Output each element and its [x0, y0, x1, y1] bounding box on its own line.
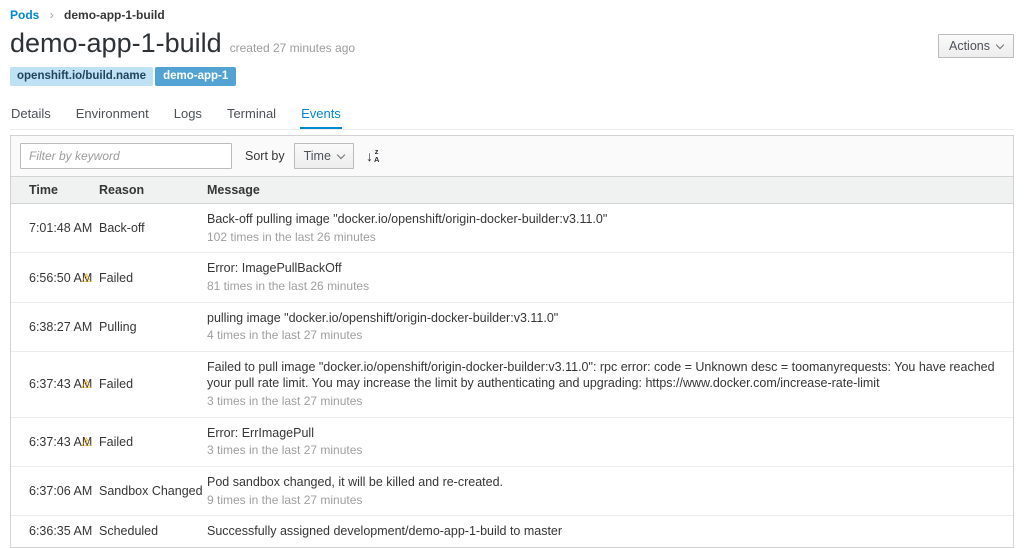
- event-message-count: 81 times in the last 26 minutes: [207, 279, 999, 295]
- actions-button[interactable]: Actions: [938, 34, 1014, 58]
- event-time: 6:36:35 AM: [29, 524, 99, 538]
- event-reason: ⚠ Pulling: [99, 320, 207, 334]
- event-message-count: 3 times in the last 27 minutes: [207, 443, 999, 459]
- chevron-down-icon: [337, 150, 345, 158]
- event-row: 7:01:48 AM ⚠ Back-off Back-off pulling i…: [11, 204, 1013, 253]
- title-row: demo-app-1-build created 27 minutes ago …: [10, 29, 1014, 59]
- tab-bar: Details Environment Logs Terminal Events: [10, 101, 1014, 130]
- actions-button-label: Actions: [949, 39, 990, 53]
- column-header-time: Time: [29, 183, 99, 197]
- event-reason-label: Back-off: [99, 221, 145, 235]
- title-group: demo-app-1-build created 27 minutes ago: [10, 29, 355, 59]
- column-header-reason: Reason: [99, 183, 207, 197]
- event-row: 6:56:50 AM ⚠ Failed Error: ImagePullBack…: [11, 253, 1013, 302]
- tab-environment[interactable]: Environment: [75, 101, 150, 129]
- event-reason-label: Failed: [99, 435, 133, 449]
- event-message-text: pulling image "docker.io/openshift/origi…: [207, 310, 999, 327]
- chevron-down-icon: [996, 40, 1004, 48]
- column-header-message: Message: [207, 183, 1013, 197]
- sort-by-label: Sort by: [245, 149, 285, 163]
- event-reason: ⚠ Sandbox Changed: [99, 484, 207, 498]
- event-reason-label: Sandbox Changed: [99, 484, 203, 498]
- event-row: 6:38:27 AM ⚠ Pulling pulling image "dock…: [11, 303, 1013, 352]
- event-row: 6:37:43 AM ⚠ Failed Error: ErrImagePull …: [11, 418, 1013, 467]
- breadcrumb-link-pods[interactable]: Pods: [10, 8, 39, 22]
- tab-events[interactable]: Events: [300, 101, 342, 129]
- events-table-header: Time Reason Message: [11, 176, 1013, 204]
- sort-field-value: Time: [304, 149, 331, 163]
- warning-icon: ⚠: [81, 272, 92, 284]
- event-message-count: 3 times in the last 27 minutes: [207, 394, 999, 410]
- event-message-text: Successfully assigned development/demo-a…: [207, 523, 999, 540]
- event-reason-label: Failed: [99, 271, 133, 285]
- events-toolbar: Sort by Time ↓ z A: [11, 136, 1013, 176]
- event-reason: ⚠ Scheduled: [99, 524, 207, 538]
- event-row: 6:37:43 AM ⚠ Failed Failed to pull image…: [11, 352, 1013, 418]
- warning-icon: ⚠: [81, 436, 92, 448]
- label-key-badge: openshift.io/build.name: [10, 67, 153, 87]
- event-time: 7:01:48 AM: [29, 221, 99, 235]
- event-message-text: Error: ErrImagePull: [207, 425, 999, 442]
- event-reason: ⚠ Failed: [99, 377, 207, 391]
- event-message: Successfully assigned development/demo-a…: [207, 520, 1013, 543]
- events-panel: Sort by Time ↓ z A Time Reason Message: [10, 135, 1014, 548]
- breadcrumb: Pods › demo-app-1-build: [10, 8, 1014, 23]
- event-message-count: 102 times in the last 26 minutes: [207, 230, 999, 246]
- tab-terminal[interactable]: Terminal: [226, 101, 277, 129]
- labels: openshift.io/build.namedemo-app-1: [10, 67, 1014, 87]
- event-message: Error: ImagePullBackOff 81 times in the …: [207, 257, 1013, 297]
- sort-field-dropdown[interactable]: Time: [294, 143, 354, 169]
- event-message-text: Back-off pulling image "docker.io/opensh…: [207, 211, 999, 228]
- event-message: Error: ErrImagePull 3 times in the last …: [207, 422, 1013, 462]
- created-timestamp: created 27 minutes ago: [230, 41, 355, 55]
- event-reason: ⚠ Failed: [99, 271, 207, 285]
- event-message-text: Error: ImagePullBackOff: [207, 260, 999, 277]
- breadcrumb-separator-icon: ›: [50, 8, 54, 22]
- event-reason-label: Failed: [99, 377, 133, 391]
- pod-details-page: Pods › demo-app-1-build demo-app-1-build…: [0, 0, 1024, 548]
- event-message-count: 9 times in the last 27 minutes: [207, 493, 999, 509]
- sort-direction-button[interactable]: ↓ z A: [366, 148, 379, 165]
- tab-details[interactable]: Details: [10, 101, 52, 129]
- event-reason: ⚠ Back-off: [99, 221, 207, 235]
- warning-icon: ⚠: [81, 378, 92, 390]
- event-message-text: Failed to pull image "docker.io/openshif…: [207, 359, 999, 392]
- event-row: 6:37:06 AM ⚠ Sandbox Changed Pod sandbox…: [11, 467, 1013, 516]
- sort-alpha-descending-icon: ↓ z A: [366, 148, 379, 165]
- event-message-text: Pod sandbox changed, it will be killed a…: [207, 474, 999, 491]
- event-time: 6:37:06 AM: [29, 484, 99, 498]
- event-message: Pod sandbox changed, it will be killed a…: [207, 471, 1013, 511]
- page-title: demo-app-1-build: [10, 29, 222, 59]
- label-value-badge: demo-app-1: [155, 67, 236, 87]
- tab-logs[interactable]: Logs: [173, 101, 203, 129]
- event-row: 6:36:35 AM ⚠ Scheduled Successfully assi…: [11, 516, 1013, 547]
- events-table-body: 7:01:48 AM ⚠ Back-off Back-off pulling i…: [11, 204, 1013, 547]
- event-reason-label: Scheduled: [99, 524, 158, 538]
- event-message: Back-off pulling image "docker.io/opensh…: [207, 208, 1013, 248]
- event-message: Failed to pull image "docker.io/openshif…: [207, 356, 1013, 413]
- event-reason: ⚠ Failed: [99, 435, 207, 449]
- event-message-count: 4 times in the last 27 minutes: [207, 328, 999, 344]
- event-message: pulling image "docker.io/openshift/origi…: [207, 307, 1013, 347]
- breadcrumb-current: demo-app-1-build: [64, 8, 165, 22]
- event-reason-label: Pulling: [99, 320, 137, 334]
- event-time: 6:38:27 AM: [29, 320, 99, 334]
- filter-input[interactable]: [20, 143, 232, 169]
